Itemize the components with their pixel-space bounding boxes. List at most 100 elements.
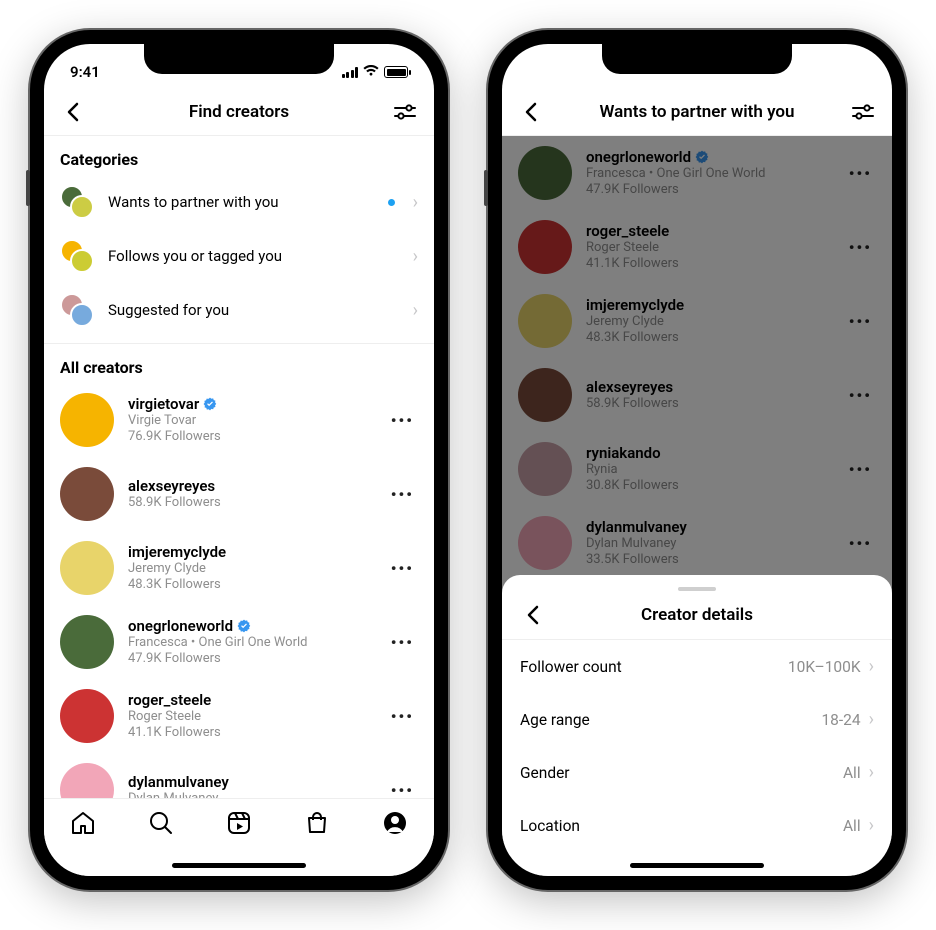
creator-subtitle: Francesca • One Girl One World47.9K Foll… [128, 635, 373, 668]
sheet-grab-handle[interactable] [678, 587, 716, 591]
chevron-right-icon: › [413, 192, 418, 213]
wifi-icon [363, 63, 379, 81]
more-button[interactable]: ••• [387, 633, 418, 652]
creator-info: onegrloneworld Francesca • One Girl One … [128, 617, 373, 668]
filter-label: Follower count [520, 658, 622, 676]
tab-shop[interactable] [303, 809, 331, 837]
avatar[interactable] [60, 467, 114, 521]
more-button[interactable]: ••• [387, 559, 418, 578]
sheet-header: Creator details [502, 601, 892, 640]
battery-icon [384, 66, 408, 78]
more-button[interactable]: ••• [387, 411, 418, 430]
avatar[interactable] [60, 689, 114, 743]
sheet-back-button[interactable] [518, 600, 548, 630]
creator-info: imjeremyclydeJeremy Clyde48.3K Followers [128, 543, 373, 594]
creator-info: roger_steeleRoger Steele41.1K Followers [128, 691, 373, 742]
creator-row[interactable]: dylanmulvaneyDylan Mulvaney ••• [44, 753, 434, 798]
filter-sheet: Creator details Follower count 10K–100K ›… [502, 575, 892, 876]
home-indicator[interactable] [630, 863, 764, 868]
page-title: Wants to partner with you [599, 102, 794, 122]
filter-row[interactable]: Follower count 10K–100K › [502, 640, 892, 693]
more-button[interactable]: ••• [387, 485, 418, 504]
creator-subtitle: Virgie Tovar76.9K Followers [128, 413, 373, 446]
tab-home[interactable] [69, 809, 97, 837]
verified-icon [237, 619, 251, 633]
filter-row[interactable]: Age range 18-24 › [502, 693, 892, 746]
sheet-title: Creator details [641, 605, 753, 625]
avatar[interactable] [60, 541, 114, 595]
screen: Wants to partner with you onegrloneworld… [502, 44, 892, 876]
page-title: Find creators [189, 102, 289, 122]
section-title-all-creators: All creators [44, 344, 434, 383]
new-dot-icon [388, 199, 395, 206]
creator-username: dylanmulvaney [128, 773, 373, 791]
chevron-right-icon: › [413, 300, 418, 321]
nav-header: Wants to partner with you [502, 88, 892, 136]
creator-row[interactable]: onegrloneworld Francesca • One Girl One … [44, 605, 434, 679]
filter-row[interactable]: Location All › [502, 799, 892, 852]
filter-label: Age range [520, 711, 590, 729]
creator-info: alexseyreyes58.9K Followers [128, 477, 373, 511]
creator-username: alexseyreyes [128, 477, 373, 495]
tab-bar [44, 798, 434, 876]
creator-subtitle: 58.9K Followers [128, 495, 373, 511]
avatar[interactable] [70, 249, 94, 273]
back-button[interactable] [516, 97, 546, 127]
screen: 9:41 Find creators Categories Wants to p… [44, 44, 434, 876]
chevron-right-icon: › [869, 709, 874, 730]
filter-value: 10K–100K › [788, 656, 874, 677]
nav-header: Find creators [44, 88, 434, 136]
filter-label: Location [520, 817, 580, 835]
category-label: Suggested for you [108, 301, 399, 319]
phone-frame-right: Wants to partner with you onegrloneworld… [488, 30, 906, 890]
filter-button[interactable] [848, 97, 878, 127]
verified-icon [203, 397, 217, 411]
filter-button[interactable] [390, 97, 420, 127]
filter-label: Gender [520, 764, 570, 782]
category-row[interactable]: Follows you or tagged you › [44, 229, 434, 283]
filter-value: 18-24 › [821, 709, 874, 730]
creator-subtitle: Dylan Mulvaney [128, 791, 373, 798]
filter-row[interactable]: Gender All › [502, 746, 892, 799]
avatar-stack [60, 293, 94, 327]
avatar-stack [60, 185, 94, 219]
creator-row[interactable]: imjeremyclydeJeremy Clyde48.3K Followers… [44, 531, 434, 605]
creator-username: roger_steele [128, 691, 373, 709]
back-button[interactable] [58, 97, 88, 127]
chevron-right-icon: › [413, 246, 418, 267]
signal-icon [342, 67, 359, 78]
avatar[interactable] [70, 195, 94, 219]
avatar[interactable] [60, 763, 114, 798]
creator-info: dylanmulvaneyDylan Mulvaney [128, 773, 373, 798]
notch [144, 44, 334, 74]
category-row[interactable]: Wants to partner with you› [44, 175, 434, 229]
avatar[interactable] [70, 303, 94, 327]
more-button[interactable]: ••• [387, 781, 418, 799]
avatar[interactable] [60, 393, 114, 447]
category-label: Follows you or tagged you [108, 247, 399, 265]
tab-search[interactable] [147, 809, 175, 837]
chevron-right-icon: › [869, 762, 874, 783]
status-time: 9:41 [70, 63, 100, 81]
avatar[interactable] [60, 615, 114, 669]
home-indicator[interactable] [172, 863, 306, 868]
creator-row[interactable]: roger_steeleRoger Steele41.1K Followers •… [44, 679, 434, 753]
tab-reels[interactable] [225, 809, 253, 837]
creator-username: onegrloneworld [128, 617, 373, 635]
creator-row[interactable]: virgietovar Virgie Tovar76.9K Followers •… [44, 383, 434, 457]
tab-profile[interactable] [381, 809, 409, 837]
filter-value: All › [843, 815, 874, 836]
content-scroll[interactable]: Categories Wants to partner with you›Fol… [44, 136, 434, 798]
status-icons [342, 63, 409, 81]
more-button[interactable]: ••• [387, 707, 418, 726]
creator-row[interactable]: alexseyreyes58.9K Followers ••• [44, 457, 434, 531]
creator-subtitle: Roger Steele41.1K Followers [128, 709, 373, 742]
creator-subtitle: Jeremy Clyde48.3K Followers [128, 561, 373, 594]
chevron-right-icon: › [869, 815, 874, 836]
filter-value: All › [843, 762, 874, 783]
category-row[interactable]: Suggested for you › [44, 283, 434, 337]
creator-username: virgietovar [128, 395, 373, 413]
screen2-body: onegrloneworld Francesca • One Girl One … [502, 136, 892, 876]
creator-username: imjeremyclyde [128, 543, 373, 561]
chevron-right-icon: › [869, 656, 874, 677]
